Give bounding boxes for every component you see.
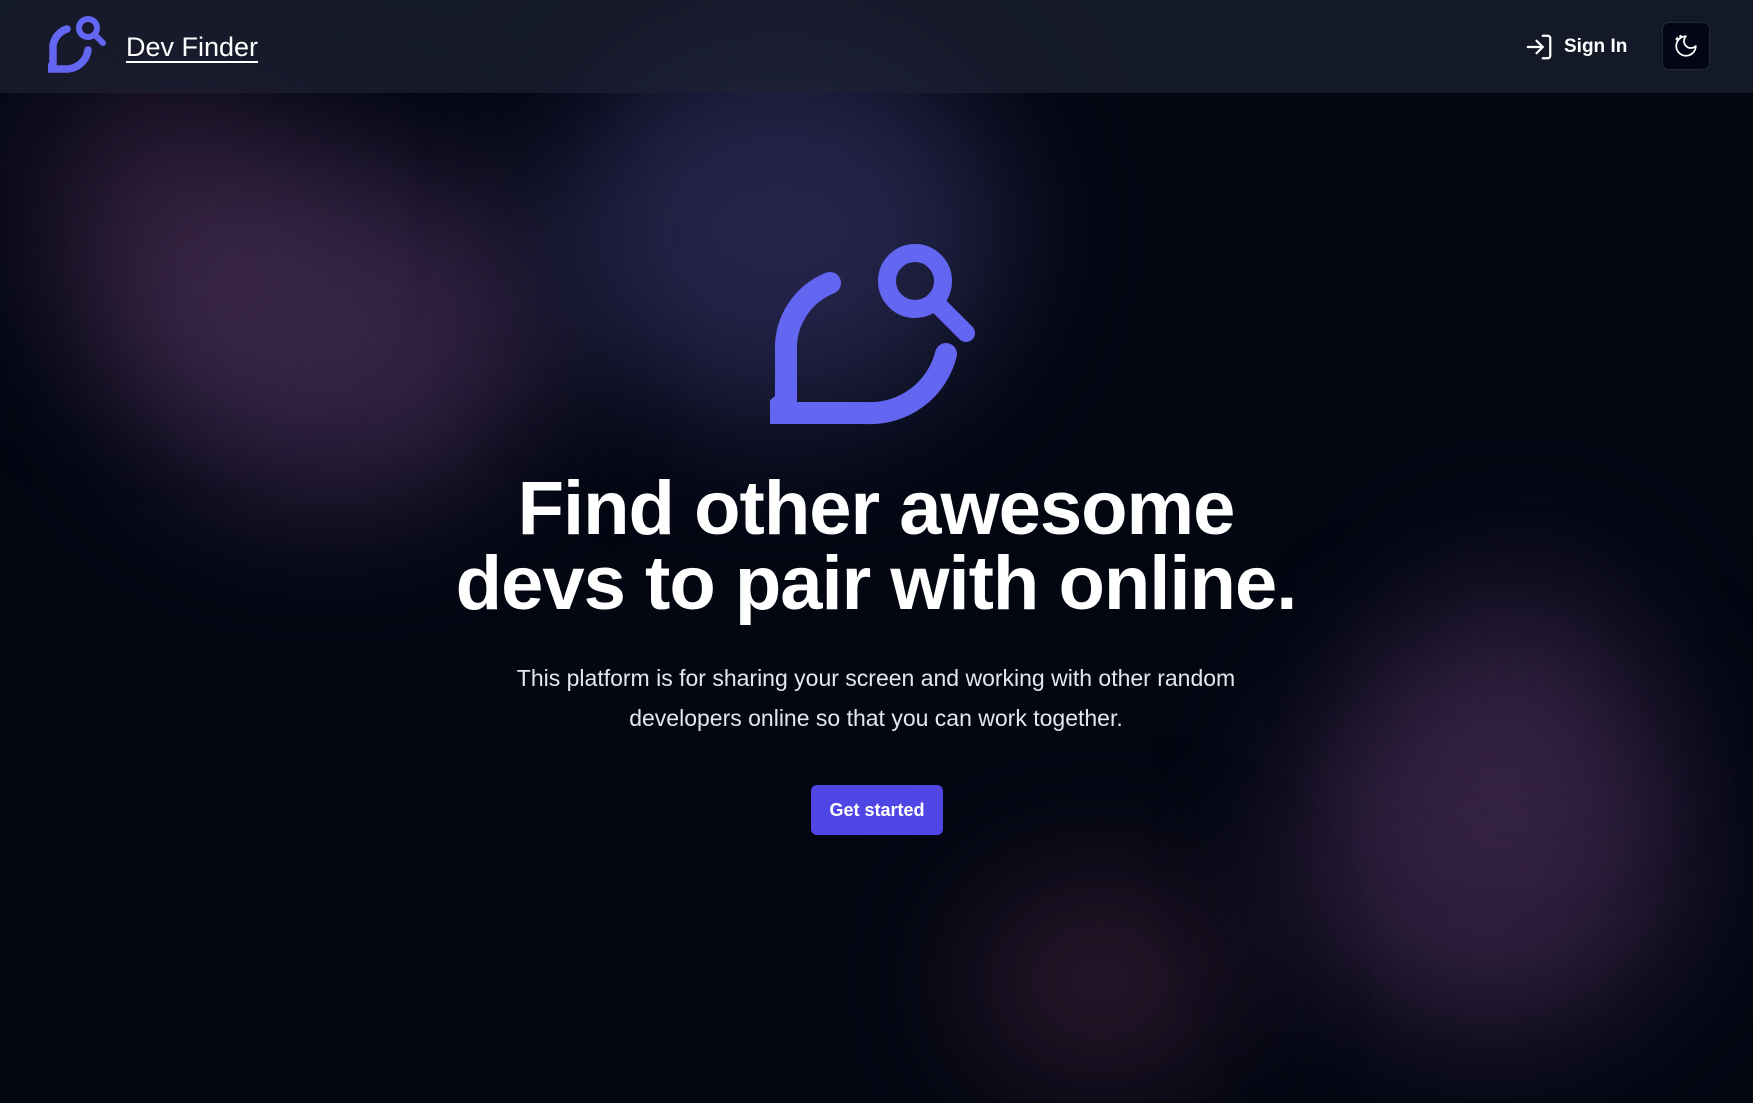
chat-search-icon xyxy=(770,244,975,425)
theme-toggle-button[interactable] xyxy=(1662,22,1710,70)
background-glow xyxy=(1300,650,1680,1030)
background-glow xyxy=(30,60,290,360)
top-navbar: Dev Finder Sign In xyxy=(0,0,1753,93)
hero-subtitle-line: developers online so that you can work t… xyxy=(629,705,1123,731)
background-glow xyxy=(120,160,540,500)
moon-sun-icon xyxy=(1675,34,1697,57)
background-glow xyxy=(970,880,1230,1080)
sign-in-button[interactable]: Sign In xyxy=(1524,28,1627,66)
get-started-button[interactable]: Get started xyxy=(811,785,943,835)
log-in-icon xyxy=(1526,34,1552,60)
background-glow xyxy=(1400,560,1640,780)
landing-page: Dev Finder Sign In Find other awesome de… xyxy=(0,0,1753,1103)
hero-title-line: devs to pair with online. xyxy=(455,541,1298,626)
brand-home-link[interactable]: Dev Finder xyxy=(48,12,258,82)
chat-search-icon xyxy=(48,16,106,73)
hero-subtitle: This platform is for sharing your screen… xyxy=(476,658,1276,738)
brand-name: Dev Finder xyxy=(126,31,259,62)
hero-subtitle-line: This platform is for sharing your screen… xyxy=(516,665,1236,691)
hero-title: Find other awesome devs to pair with onl… xyxy=(376,471,1376,622)
hero-title-line: Find other awesome xyxy=(517,466,1236,551)
sign-in-label: Sign In xyxy=(1564,36,1628,57)
